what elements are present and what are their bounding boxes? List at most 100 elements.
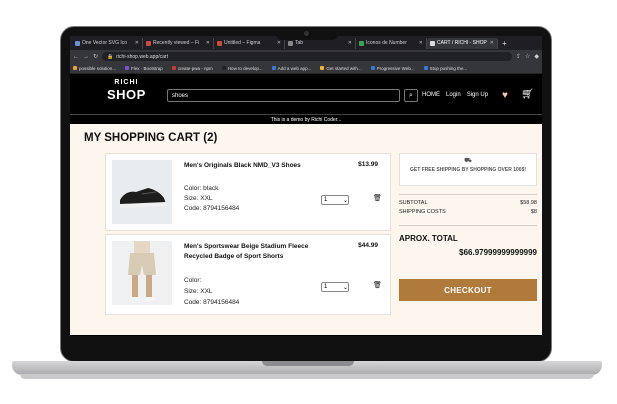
- shipping-label: SHIPPING COSTS: [399, 209, 446, 215]
- quantity-select[interactable]: 1 ⌄: [321, 282, 349, 292]
- nav-login-link[interactable]: Login: [446, 92, 461, 98]
- bookmark-icon: [171, 66, 176, 70]
- bookmark[interactable]: How to develop...: [221, 65, 263, 71]
- tab-label: One Vector SVG Ico: [82, 40, 128, 46]
- search-input[interactable]: shoes: [167, 89, 400, 102]
- new-tab-button[interactable]: +: [498, 39, 511, 48]
- product-size: Size: XXL: [184, 288, 213, 295]
- shipping-promo-text: GET FREE SHIPPING BY SHOPPING OVER 100$!: [409, 167, 527, 173]
- extension-icon[interactable]: ◆: [534, 53, 539, 60]
- total-value: $66.97999999999999: [459, 248, 537, 257]
- product-price: $44.99: [358, 242, 378, 249]
- sneaker-image: [112, 160, 172, 224]
- close-icon[interactable]: ✕: [490, 40, 494, 46]
- browser-tab[interactable]: Untitled – Figma ✕: [214, 37, 285, 49]
- close-icon[interactable]: ✕: [206, 40, 210, 46]
- product-image[interactable]: [112, 241, 172, 305]
- nav-home-link[interactable]: HOME: [422, 92, 440, 98]
- browser-tab[interactable]: Iconos de Number ✕: [356, 37, 427, 49]
- back-arrow-icon[interactable]: ←: [73, 54, 79, 60]
- close-icon[interactable]: ✕: [135, 40, 139, 46]
- cart-item: Men's Sportswear Beige Stadium Fleece Re…: [105, 234, 391, 315]
- shipping-promo: ⛟ GET FREE SHIPPING BY SHOPPING OVER 100…: [399, 153, 537, 186]
- bookmark-icon: [423, 66, 428, 70]
- bookmark[interactable]: Stop pushing the...: [423, 65, 468, 71]
- address-bar[interactable]: 🔒 richi-shop.web.app/cart: [102, 52, 512, 61]
- tab-favicon: [430, 40, 435, 46]
- browser-tab[interactable]: Recently viewed – Fi ✕: [143, 37, 214, 49]
- product-name[interactable]: Men's Sportswear Beige Stadium Fleece Re…: [184, 242, 314, 262]
- reload-icon[interactable]: ↻: [93, 53, 98, 60]
- tab-label: Recently viewed – Fi: [153, 40, 200, 46]
- quantity-value: 1: [324, 284, 328, 290]
- close-icon[interactable]: ✕: [419, 40, 423, 46]
- bookmark[interactable]: Add a web app...: [271, 65, 312, 71]
- bookmark[interactable]: Get started with...: [320, 66, 362, 71]
- star-icon[interactable]: ☆: [525, 53, 530, 60]
- logo-bottom-text: SHOP: [107, 87, 146, 102]
- cart-item: Men's Originals Black NMD_V3 Shoes Color…: [105, 153, 391, 231]
- tab-label: Iconos de Number: [366, 40, 407, 46]
- bookmark-label: How to develop...: [227, 65, 263, 71]
- subtotal-value: $58.98: [520, 200, 537, 206]
- bookmark-label: possible solution...: [79, 65, 117, 71]
- bookmark[interactable]: Progressive Web...: [370, 65, 415, 71]
- tab-favicon: [75, 40, 80, 46]
- trash-icon[interactable]: 🗑︎: [373, 281, 382, 289]
- summary-divider: [399, 194, 537, 195]
- nav-signup-link[interactable]: Sign Up: [467, 92, 488, 98]
- bookmark-label: create-pwa - npm: [177, 65, 213, 71]
- chevron-down-icon: ⌄: [342, 284, 348, 291]
- bookmarks-bar: possible solution... Flex · Bootstrap cr…: [70, 63, 542, 74]
- summary-divider: [399, 225, 537, 226]
- search-button[interactable]: ⌕: [404, 89, 418, 102]
- bookmark[interactable]: Flex · Bootstrap: [125, 66, 163, 71]
- product-name[interactable]: Men's Originals Black NMD_V3 Shoes: [184, 161, 314, 171]
- lock-icon: 🔒: [107, 53, 114, 60]
- forward-arrow-icon[interactable]: →: [83, 54, 89, 60]
- quantity-select[interactable]: 1 ⌄: [321, 195, 349, 205]
- bookmark[interactable]: possible solution...: [73, 66, 116, 71]
- demo-notice: This is a demo by Richi Coder...: [70, 114, 542, 124]
- product-color: Color:: [184, 277, 202, 284]
- bookmark-label: Flex · Bootstrap: [131, 65, 163, 71]
- product-code: Code: 8794156484: [184, 205, 240, 212]
- laptop-screen: One Vector SVG Ico ✕ Recently viewed – Fi…: [70, 36, 542, 336]
- quantity-value: 1: [324, 197, 328, 203]
- page-title: MY SHOPPING CART (2): [84, 132, 218, 144]
- heart-icon[interactable]: ♥: [502, 90, 508, 101]
- address-bar-url: richi-shop.web.app/cart: [116, 53, 168, 60]
- logo-top-text: RICHI: [114, 79, 139, 86]
- tab-favicon: [288, 40, 293, 46]
- product-color: Color: black: [184, 185, 219, 192]
- share-icon[interactable]: ⇪: [516, 53, 521, 60]
- browser-tab[interactable]: One Vector SVG Ico ✕: [72, 37, 143, 49]
- bookmark-icon: [320, 66, 325, 70]
- close-icon[interactable]: ✕: [277, 40, 281, 46]
- shorts-image: [112, 241, 172, 305]
- laptop-base-shadow: [20, 374, 594, 379]
- product-image[interactable]: [112, 160, 172, 224]
- product-size: Size: XXL: [184, 195, 213, 202]
- bookmark-icon: [221, 66, 226, 70]
- cart-icon[interactable]: 🛒︎: [521, 89, 534, 100]
- product-price: $13.99: [358, 161, 378, 168]
- bookmark-label: Add a web app...: [277, 65, 312, 71]
- close-icon[interactable]: ✕: [348, 40, 352, 46]
- browser-tab-active[interactable]: CART / RICHI - SHOP ✕: [427, 37, 498, 49]
- shop-logo[interactable]: RICHI SHOP: [107, 79, 146, 101]
- header-nav: HOME Login Sign Up: [422, 92, 488, 98]
- shipping-value: $8: [530, 209, 537, 215]
- checkout-button[interactable]: CHECKOUT: [399, 279, 537, 301]
- browser-toolbar: ← → ↻ 🔒 richi-shop.web.app/cart ⇪ ☆ ◆: [70, 50, 542, 63]
- bookmark-label: Stop pushing the...: [429, 65, 468, 71]
- camera: [304, 31, 309, 36]
- bookmark[interactable]: create-pwa - npm: [171, 65, 213, 71]
- tab-favicon: [146, 40, 151, 46]
- truck-icon: ⛟: [464, 158, 472, 164]
- trash-icon[interactable]: 🗑︎: [373, 194, 382, 202]
- tab-favicon: [359, 40, 364, 46]
- bookmark-label: Progressive Web...: [376, 65, 415, 71]
- tab-favicon: [217, 40, 222, 46]
- shipping-row: SHIPPING COSTS $8: [399, 209, 537, 215]
